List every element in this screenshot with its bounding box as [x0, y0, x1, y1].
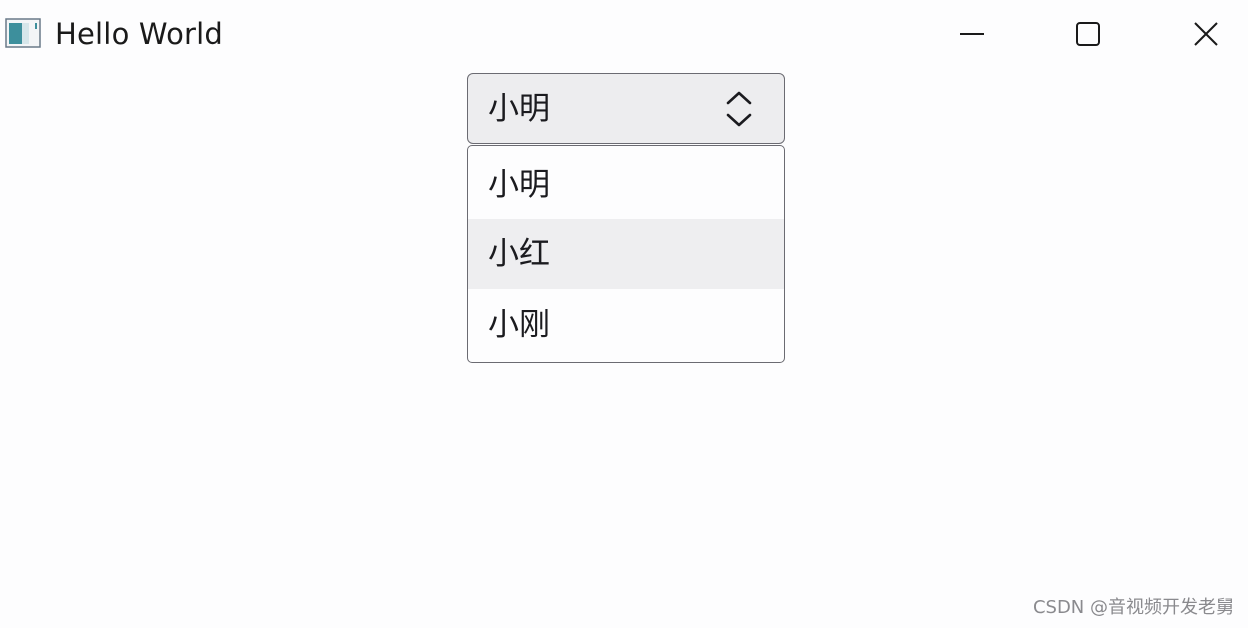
minimize-button[interactable] [942, 8, 1002, 60]
dropdown-option-xiaohong[interactable]: 小红 [468, 219, 784, 289]
app-window-icon [5, 18, 41, 48]
chevron-up-down-icon [726, 91, 752, 127]
option-label: 小刚 [488, 307, 550, 343]
dropdown-option-xiaoming[interactable]: 小明 [468, 150, 784, 220]
combobox-dropdown-list: 小明 小红 小刚 [467, 145, 785, 363]
main-window: Hello World 小明 小明 小红 小刚 CSDN @音视频开发老舅 [0, 0, 1248, 628]
maximize-button[interactable] [1058, 8, 1118, 60]
title-bar[interactable]: Hello World [0, 0, 1248, 68]
window-title: Hello World [55, 17, 224, 51]
combobox-selected-value: 小明 [488, 91, 550, 127]
close-button[interactable] [1176, 8, 1236, 60]
option-label: 小红 [488, 236, 550, 272]
option-label: 小明 [488, 167, 550, 203]
minimize-icon [960, 33, 984, 35]
name-combobox[interactable]: 小明 [467, 73, 785, 144]
close-icon [1194, 22, 1218, 46]
maximize-icon [1076, 22, 1100, 46]
watermark-text: CSDN @音视频开发老舅 [1032, 597, 1234, 618]
dropdown-option-xiaogang[interactable]: 小刚 [468, 290, 784, 360]
